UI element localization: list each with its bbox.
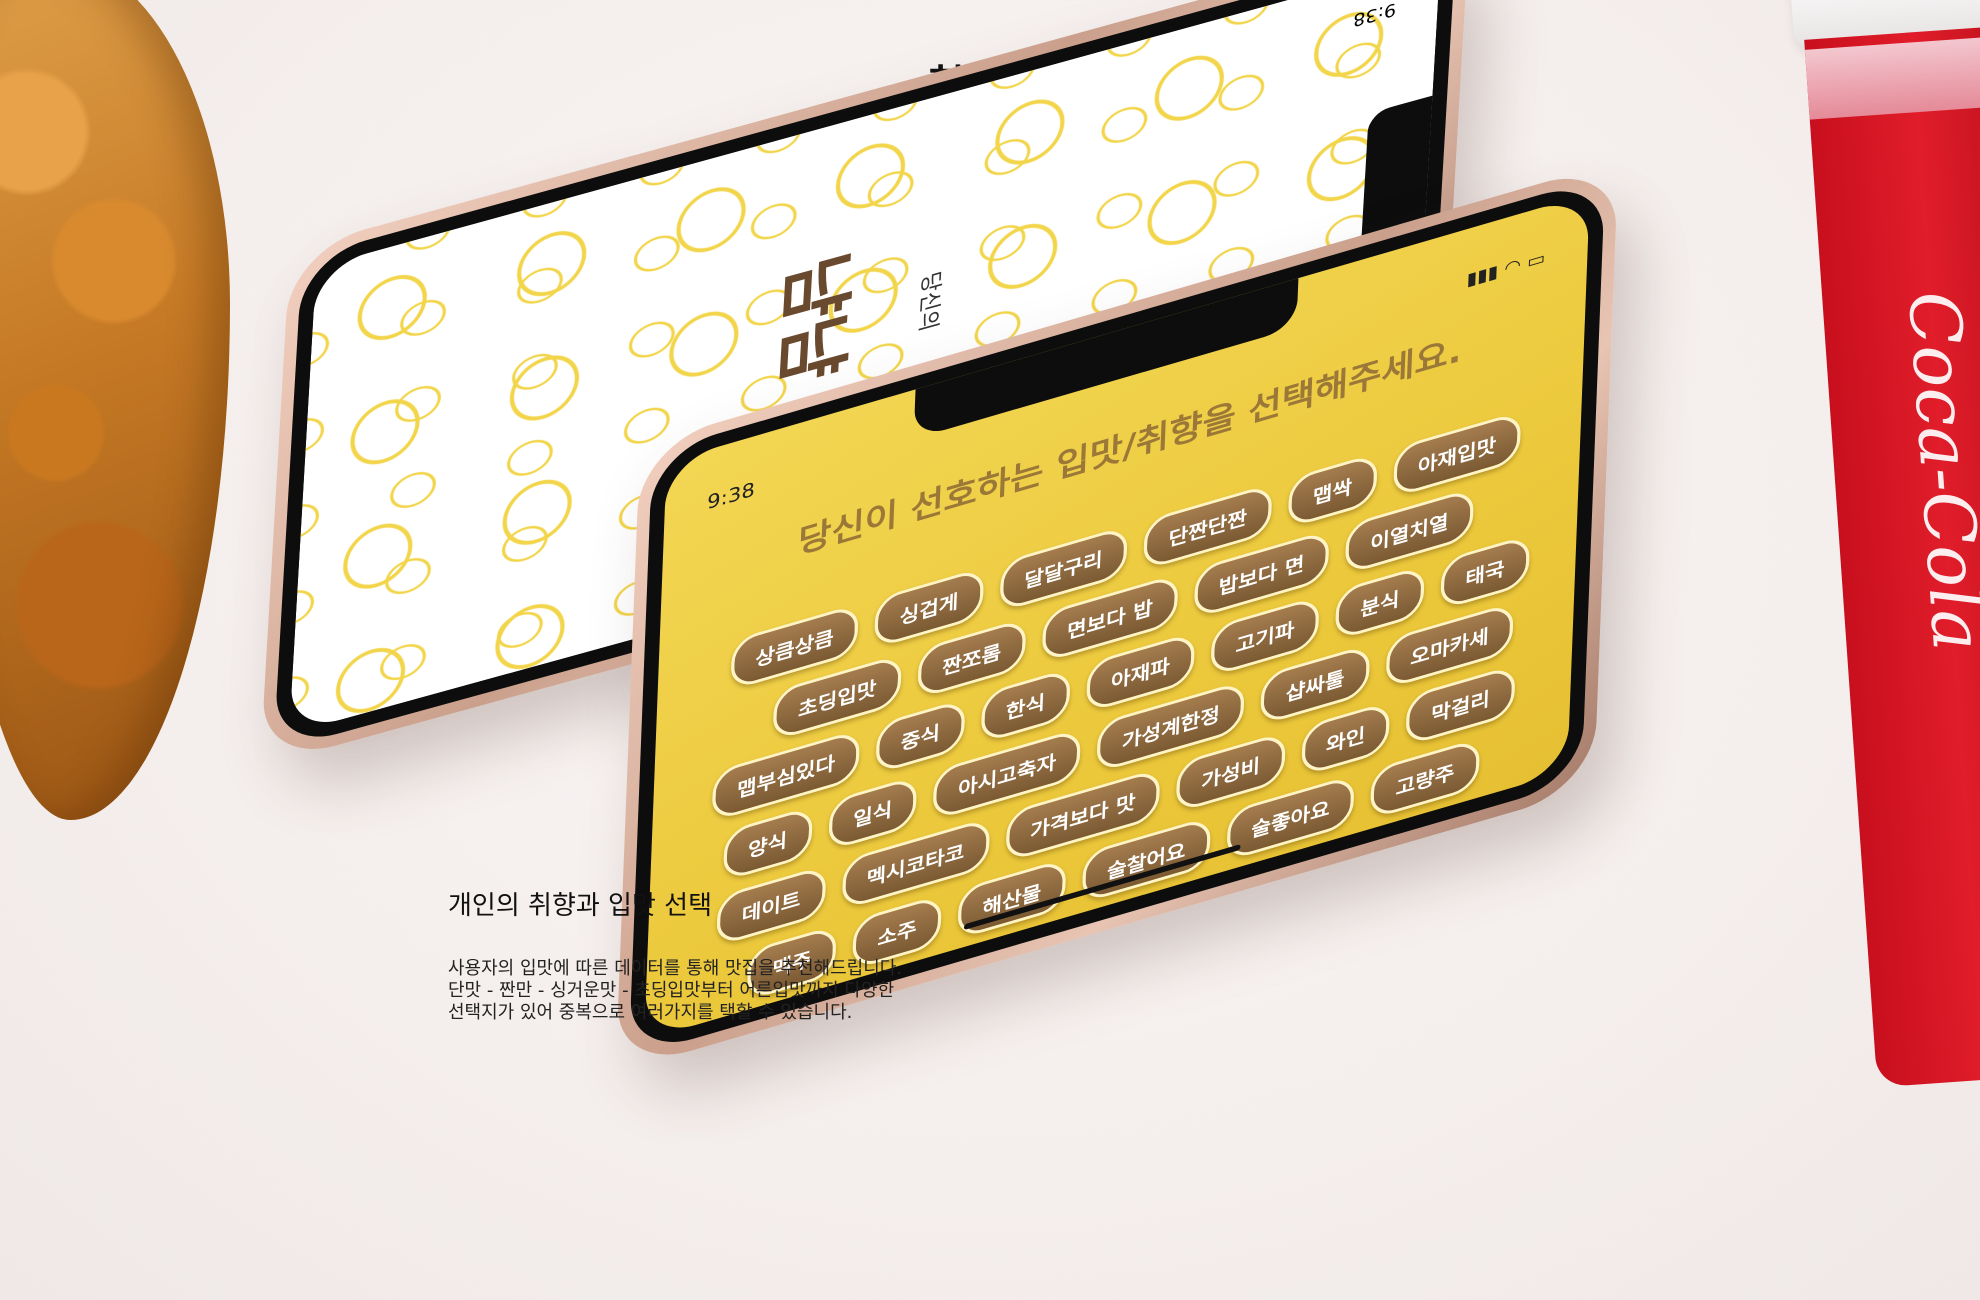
cup-logo-script: Coca-Cola [1892,288,1980,654]
app-logo: 냠냠 [766,245,862,393]
feature-description: 개인의 취향과 입맛 선택 사용자의 입맛에 따른 데이터를 통해 맛집을 추천… [448,885,902,1024]
taste-option-chip[interactable]: 한식 [980,667,1071,744]
fried-chicken-photo [0,0,230,820]
taste-option-chip[interactable]: 태국 [1440,534,1531,611]
landing-subtitle: 당신의 [913,269,944,335]
status-time: 9:38 [706,477,756,515]
status-icons: ▮▮▮ ◠ ▭ [1466,247,1546,291]
taste-option-chip[interactable]: 와인 [1300,700,1391,777]
taste-option-chip[interactable]: 분식 [1334,564,1425,641]
taste-option-chip[interactable]: 맵싹 [1287,452,1378,529]
taste-option-chip[interactable]: 일식 [827,775,918,852]
taste-option-chip[interactable]: 아재입맛 [1392,410,1522,499]
cup-band [1804,33,1980,120]
feature-line: 단맛 - 짠만 - 싱거운맛 - 초딩입맛부터 어른입맛까지 다양한 [448,980,895,1001]
taste-option-chip[interactable]: 양식 [722,805,813,882]
status-time: 9:38 [1352,0,1397,31]
cup-body: Coca-Cola [1804,23,1980,1088]
feature-body: 사용자의 입맛에 따른 데이터를 통해 맛집을 추천해드립니다. 단맛 - 짠만… [448,958,902,1024]
feature-line: 사용자의 입맛에 따른 데이터를 통해 맛집을 추천해드립니다. [448,958,903,979]
feature-line: 선택지가 있어 중복으로 여러가지를 택할 수 있습니다. [448,1002,853,1023]
feature-heading: 개인의 취향과 입맛 선택 [448,891,712,921]
taste-option-chip[interactable]: 중식 [875,698,966,775]
cola-cup-photo: Coca-Cola [1790,0,1980,1247]
